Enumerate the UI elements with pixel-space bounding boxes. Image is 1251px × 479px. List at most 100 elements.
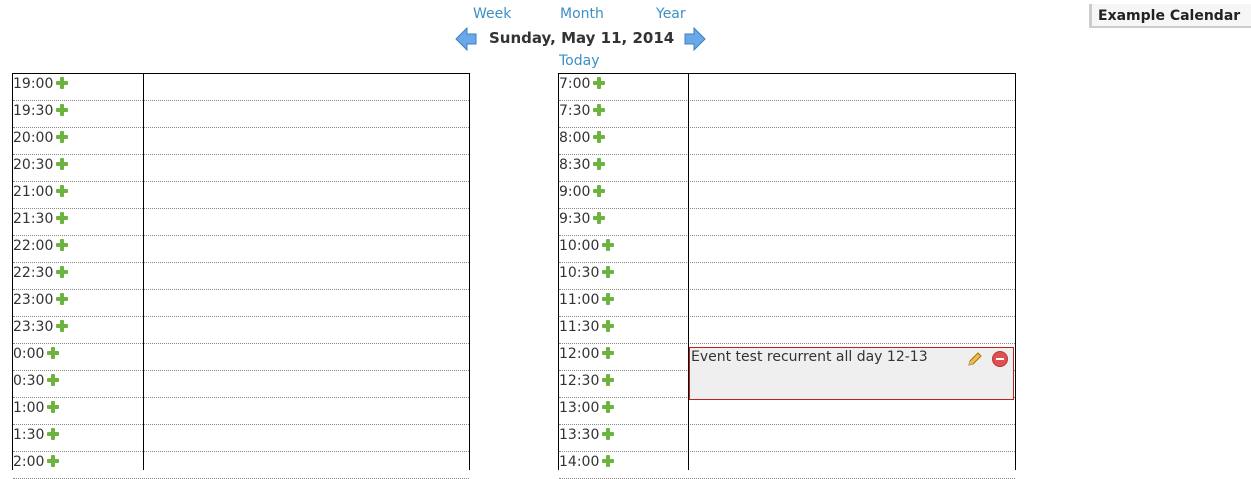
time-slot-row[interactable]: 13:00: [559, 398, 1015, 425]
add-event-icon[interactable]: [56, 185, 69, 197]
add-event-icon[interactable]: [593, 131, 606, 143]
time-slot-row[interactable]: 1:30: [13, 425, 469, 452]
year-view-link[interactable]: Year: [656, 6, 686, 22]
add-event-icon[interactable]: [56, 212, 69, 224]
time-text: 12:30: [559, 373, 600, 389]
time-slot-row[interactable]: 20:00: [13, 128, 469, 155]
add-event-icon[interactable]: [602, 239, 615, 251]
time-slot-row[interactable]: 2:00: [13, 452, 469, 479]
time-text: 21:30: [13, 211, 54, 227]
add-event-icon[interactable]: [602, 320, 615, 332]
time-slot-label: 9:30: [559, 209, 689, 235]
time-slot-label: 0:30: [13, 371, 143, 397]
next-day-arrow-icon[interactable]: [684, 27, 706, 51]
time-text: 2:00: [13, 454, 45, 470]
time-slot-row[interactable]: 1:00: [13, 398, 469, 425]
add-event-icon[interactable]: [593, 185, 606, 197]
week-view-link[interactable]: Week: [473, 6, 511, 22]
time-slot-label: 13:00: [559, 398, 689, 424]
month-view-link[interactable]: Month: [560, 6, 604, 22]
time-slot-row[interactable]: 10:00: [559, 236, 1015, 263]
add-event-icon[interactable]: [593, 77, 606, 89]
time-slot-row[interactable]: 7:30: [559, 101, 1015, 128]
time-text: 7:00: [559, 76, 591, 92]
time-slot-row[interactable]: 14:00: [559, 452, 1015, 479]
time-slot-label: 19:30: [13, 101, 143, 127]
add-event-icon[interactable]: [56, 104, 69, 116]
time-slot-row[interactable]: 0:30: [13, 371, 469, 398]
time-slot-row[interactable]: 8:00: [559, 128, 1015, 155]
time-text: 23:30: [13, 319, 54, 335]
time-slot-row[interactable]: 7:00: [559, 74, 1015, 101]
add-event-icon[interactable]: [602, 428, 615, 440]
time-slot-label: 20:00: [13, 128, 143, 154]
previous-day-arrow-icon[interactable]: [455, 27, 477, 51]
time-slot-row[interactable]: 22:30: [13, 263, 469, 290]
time-text: 23:00: [13, 292, 54, 308]
time-slot-row[interactable]: 13:30: [559, 425, 1015, 452]
event-block[interactable]: Event test recurrent all day 12-13: [689, 347, 1014, 400]
add-event-icon[interactable]: [47, 374, 60, 386]
time-text: 8:30: [559, 157, 591, 173]
time-slot-label: 21:30: [13, 209, 143, 235]
time-slot-label: 20:30: [13, 155, 143, 181]
time-slot-row[interactable]: 23:30: [13, 317, 469, 344]
add-event-icon[interactable]: [602, 455, 615, 467]
add-event-icon[interactable]: [47, 401, 60, 413]
time-slot-row[interactable]: 22:00: [13, 236, 469, 263]
time-slot-row[interactable]: 19:00: [13, 74, 469, 101]
today-link[interactable]: Today: [559, 53, 600, 69]
left-time-grid: 19:00 19:30 20:00 20:30 21:00 21:30 22:00 22:30…: [12, 73, 470, 479]
time-slot-row[interactable]: 21:30: [13, 209, 469, 236]
time-text: 22:00: [13, 238, 54, 254]
add-event-icon[interactable]: [56, 239, 69, 251]
edit-pencil-icon[interactable]: [967, 351, 983, 367]
add-event-icon[interactable]: [47, 347, 60, 359]
time-slot-row[interactable]: 21:00: [13, 182, 469, 209]
add-event-icon[interactable]: [56, 293, 69, 305]
time-slot-label: 22:30: [13, 263, 143, 289]
time-slot-label: 12:00: [559, 344, 689, 370]
time-slot-label: 11:30: [559, 317, 689, 343]
add-event-icon[interactable]: [593, 104, 606, 116]
time-text: 1:00: [13, 400, 45, 416]
time-slot-row[interactable]: 23:00: [13, 290, 469, 317]
time-slot-row[interactable]: 8:30: [559, 155, 1015, 182]
add-event-icon[interactable]: [56, 158, 69, 170]
add-event-icon[interactable]: [47, 428, 60, 440]
add-event-icon[interactable]: [56, 77, 69, 89]
add-event-icon[interactable]: [56, 131, 69, 143]
time-slot-row[interactable]: 9:00: [559, 182, 1015, 209]
time-slot-row[interactable]: 0:00: [13, 344, 469, 371]
time-slot-row[interactable]: 10:30: [559, 263, 1015, 290]
time-slot-label: 11:00: [559, 290, 689, 316]
delete-event-icon[interactable]: [992, 351, 1008, 367]
add-event-icon[interactable]: [593, 158, 606, 170]
time-slot-row[interactable]: 11:00: [559, 290, 1015, 317]
time-text: 21:00: [13, 184, 54, 200]
time-text: 11:00: [559, 292, 600, 308]
add-event-icon[interactable]: [56, 320, 69, 332]
time-slot-label: 22:00: [13, 236, 143, 262]
calendar-name-label: Example Calendar: [1089, 4, 1251, 28]
time-slot-row[interactable]: 9:30: [559, 209, 1015, 236]
time-slot-row[interactable]: 19:30: [13, 101, 469, 128]
add-event-icon[interactable]: [47, 455, 60, 467]
time-slot-row[interactable]: 20:30: [13, 155, 469, 182]
time-text: 11:30: [559, 319, 600, 335]
add-event-icon[interactable]: [602, 347, 615, 359]
time-text: 13:00: [559, 400, 600, 416]
add-event-icon[interactable]: [602, 401, 615, 413]
time-text: 7:30: [559, 103, 591, 119]
add-event-icon[interactable]: [56, 266, 69, 278]
time-slot-row[interactable]: 11:30: [559, 317, 1015, 344]
add-event-icon[interactable]: [602, 266, 615, 278]
time-slot-label: 14:00: [559, 452, 689, 478]
time-slot-label: 10:00: [559, 236, 689, 262]
time-slot-label: 2:00: [13, 452, 143, 478]
time-slot-label: 8:00: [559, 128, 689, 154]
time-text: 8:00: [559, 130, 591, 146]
add-event-icon[interactable]: [602, 374, 615, 386]
add-event-icon[interactable]: [602, 293, 615, 305]
add-event-icon[interactable]: [593, 212, 606, 224]
